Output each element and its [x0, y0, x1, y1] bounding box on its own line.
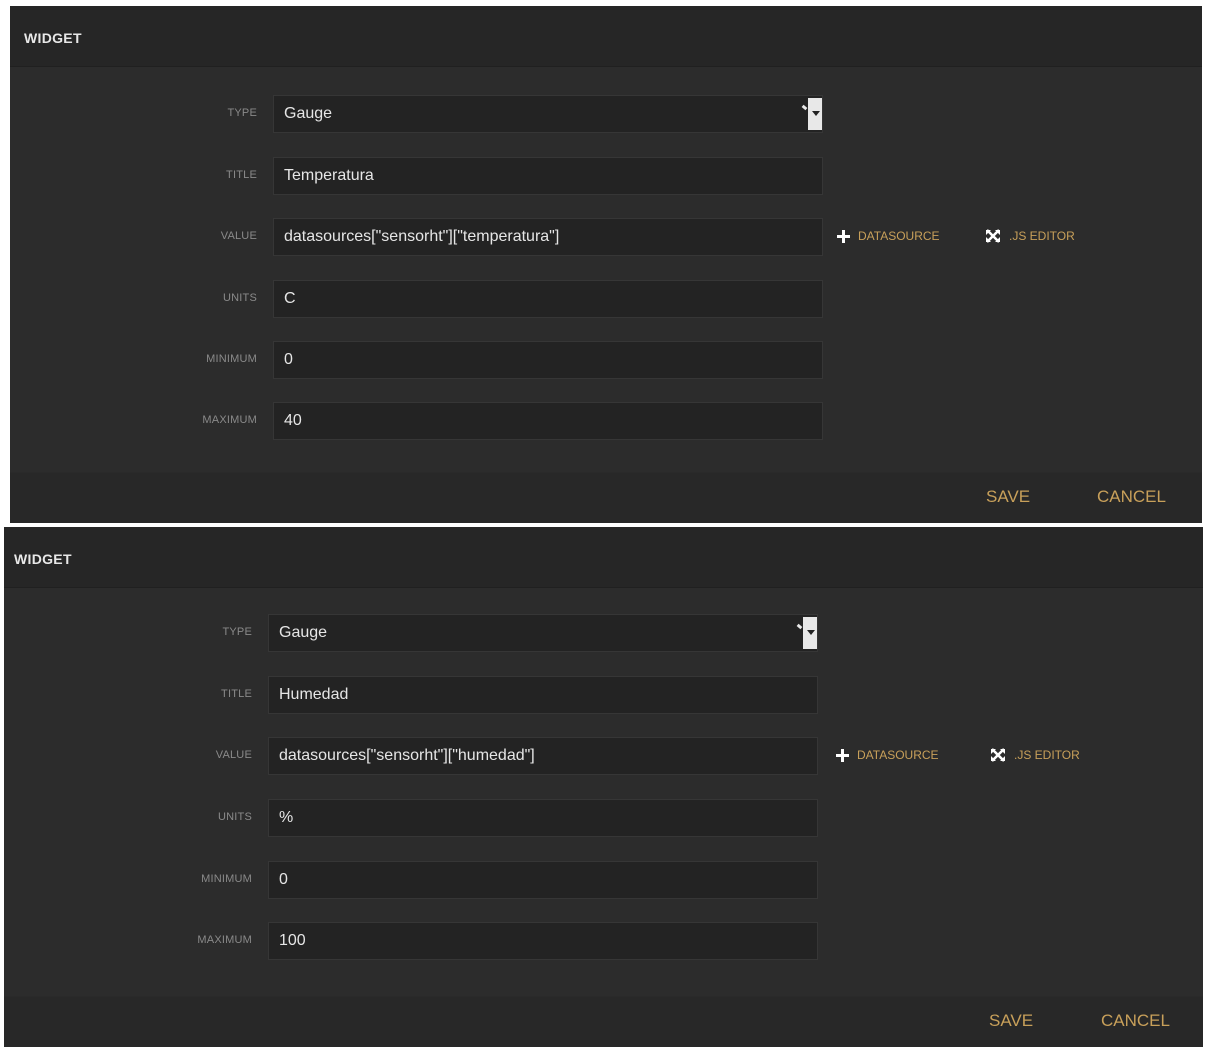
panel-footer: SAVE CANCEL — [4, 997, 1203, 1047]
cancel-button[interactable]: CANCEL — [1101, 1011, 1170, 1031]
datasource-label: DATASOURCE — [857, 748, 939, 762]
widget-panel-humedad: WIDGET TYPE Gauge TITLE Humedad VALUE da… — [4, 527, 1203, 1047]
add-datasource-button[interactable]: DATASOURCE — [836, 748, 939, 762]
save-button[interactable]: SAVE — [989, 1011, 1033, 1031]
minimum-input[interactable]: 0 — [273, 341, 823, 379]
fullscreen-icon — [985, 229, 1001, 243]
maximum-label: MAXIMUM — [202, 414, 257, 426]
title-input[interactable]: Temperatura — [273, 157, 823, 195]
type-select[interactable]: Gauge — [273, 95, 823, 133]
plus-icon — [836, 748, 849, 762]
js-editor-label: .JS EDITOR — [1014, 748, 1080, 762]
type-select-value: Gauge — [284, 105, 333, 122]
widget-panel-temperatura: WIDGET TYPE Gauge TITLE Temperatura VALU… — [10, 6, 1202, 523]
value-input[interactable]: datasources["sensorht"]["temperatura"] — [273, 218, 823, 256]
title-input[interactable]: Humedad — [268, 676, 818, 714]
plus-icon — [837, 229, 850, 243]
title-label: TITLE — [221, 688, 252, 700]
panel-form: TYPE Gauge TITLE Temperatura VALUE datas… — [10, 67, 1202, 472]
panel-header: WIDGET — [4, 527, 1203, 588]
panel-form: TYPE Gauge TITLE Humedad VALUE datasourc… — [4, 588, 1203, 996]
minimum-input[interactable]: 0 — [268, 861, 818, 899]
add-datasource-button[interactable]: DATASOURCE — [837, 229, 940, 243]
units-input[interactable]: C — [273, 280, 823, 318]
panel-title: WIDGET — [24, 30, 82, 46]
panel-title: WIDGET — [14, 551, 72, 567]
js-editor-button[interactable]: .JS EDITOR — [985, 229, 1075, 243]
js-editor-button[interactable]: .JS EDITOR — [990, 748, 1080, 762]
minimum-label: MINIMUM — [201, 873, 252, 885]
datasource-label: DATASOURCE — [858, 229, 940, 243]
units-label: UNITS — [218, 811, 252, 823]
maximum-input[interactable]: 40 — [273, 402, 823, 440]
chevron-down-icon[interactable] — [806, 98, 822, 130]
maximum-input[interactable]: 100 — [268, 922, 818, 960]
value-input[interactable]: datasources["sensorht"]["humedad"] — [268, 737, 818, 775]
type-label: TYPE — [227, 107, 257, 119]
type-select[interactable]: Gauge — [268, 614, 818, 652]
title-label: TITLE — [226, 169, 257, 181]
value-label: VALUE — [220, 230, 257, 242]
panel-footer: SAVE CANCEL — [10, 473, 1202, 523]
value-label: VALUE — [215, 749, 252, 761]
js-editor-label: .JS EDITOR — [1009, 229, 1075, 243]
fullscreen-icon — [990, 748, 1006, 762]
maximum-label: MAXIMUM — [197, 934, 252, 946]
type-label: TYPE — [222, 626, 252, 638]
units-label: UNITS — [223, 292, 257, 304]
minimum-label: MINIMUM — [206, 353, 257, 365]
type-select-value: Gauge — [279, 624, 328, 641]
units-input[interactable]: % — [268, 799, 818, 837]
chevron-down-icon[interactable] — [801, 617, 817, 649]
panel-header: WIDGET — [10, 6, 1202, 67]
save-button[interactable]: SAVE — [986, 487, 1030, 507]
cancel-button[interactable]: CANCEL — [1097, 487, 1166, 507]
